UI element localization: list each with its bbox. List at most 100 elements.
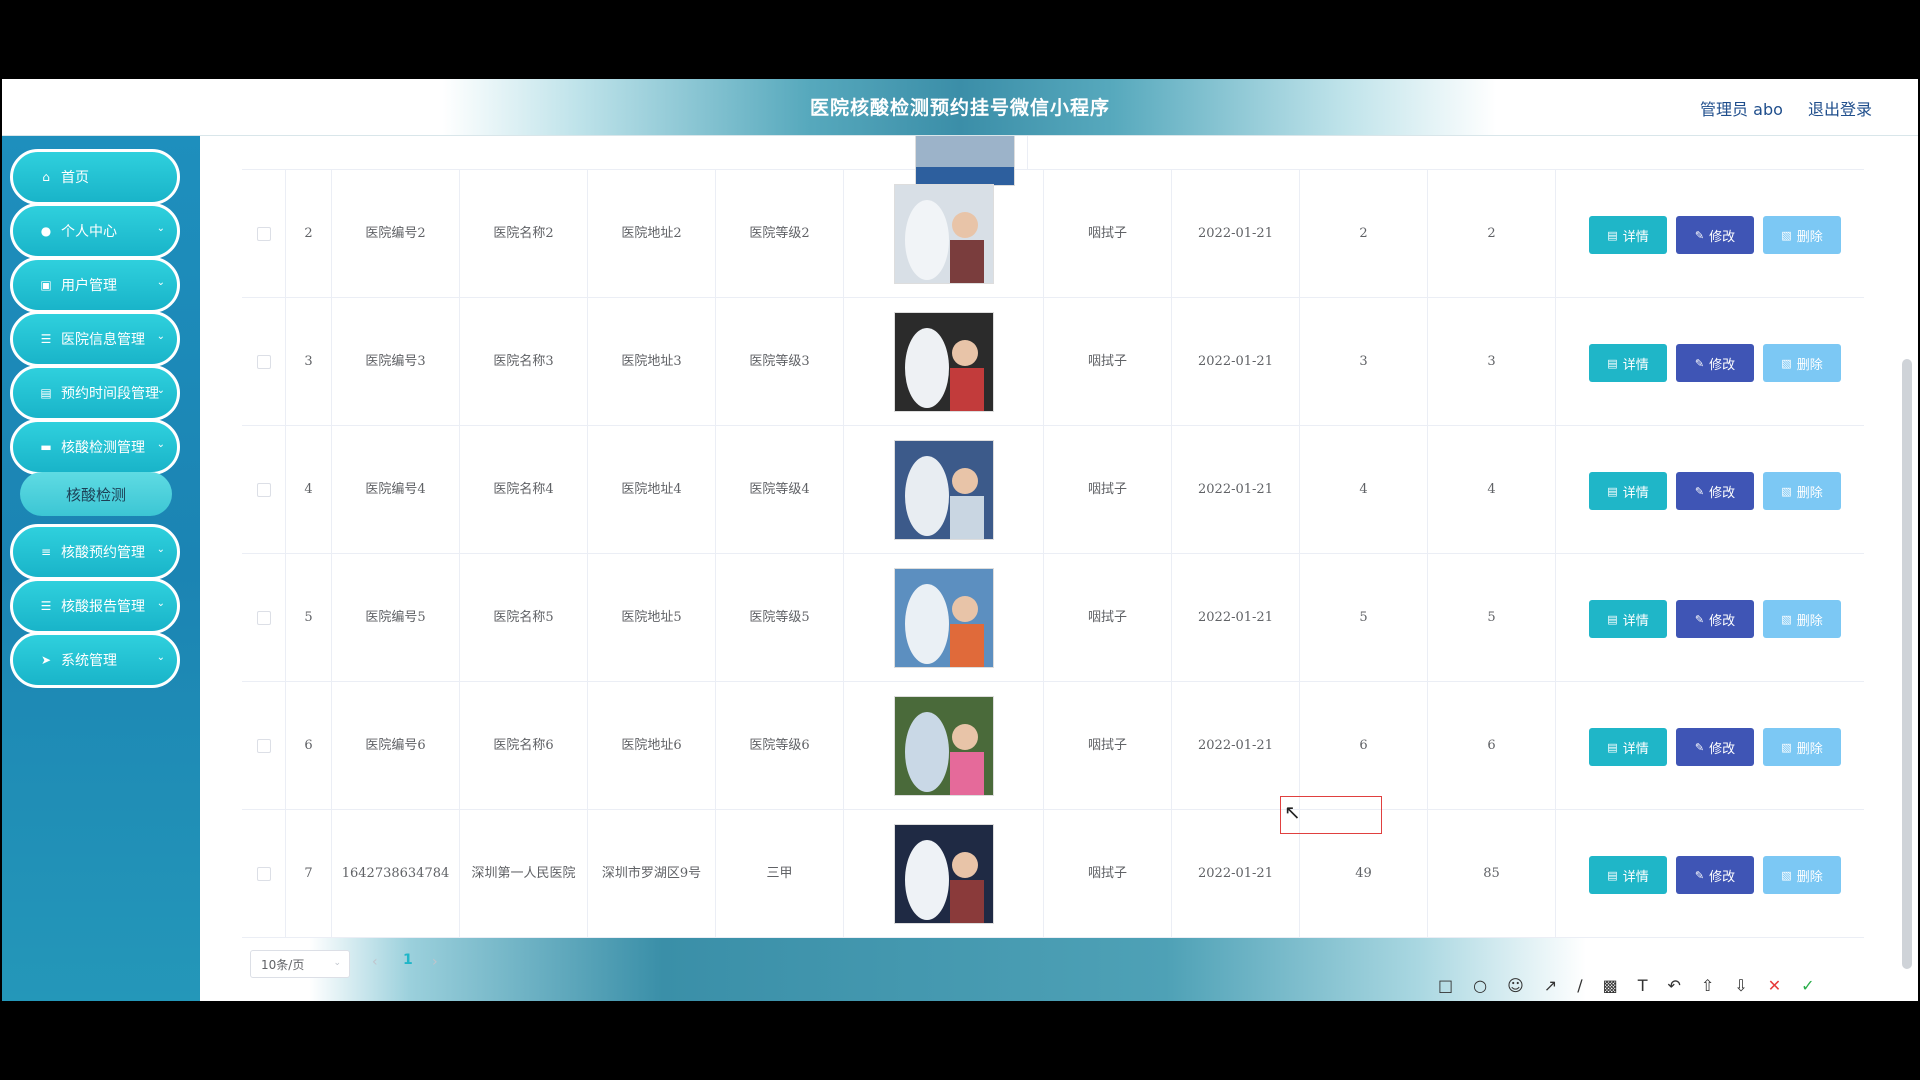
admin-user-label[interactable]: 管理员 abo [1700,100,1783,119]
undo-icon[interactable]: ↶ [1667,976,1680,995]
monitor-icon: ▬ [40,440,52,454]
close-icon[interactable]: ✕ [1768,976,1781,995]
delete-button[interactable]: ▧ 删除 [1763,344,1841,382]
delete-button-label: 删除 [1796,357,1823,373]
detail-button[interactable]: ▤ 详情 [1589,600,1667,638]
test-photo[interactable] [893,440,994,540]
hospital-level-cell: 医院等级2 [716,170,844,298]
ellipse-tool-icon[interactable]: ○ [1473,976,1487,995]
delete-button[interactable]: ▧ 删除 [1763,856,1841,894]
clipboard-icon: ▤ [40,386,52,400]
next-page-button[interactable]: › [432,954,438,970]
rectangle-tool-icon[interactable]: □ [1438,976,1453,995]
hospital-name-cell: 医院名称4 [460,426,588,554]
edit-button[interactable]: ✎ 修改 [1676,600,1754,638]
detail-button-label: 详情 [1622,869,1649,885]
row-checkbox[interactable] [256,867,271,881]
edit-button[interactable]: ✎ 修改 [1676,856,1754,894]
emoji-tool-icon[interactable]: ☺ [1507,976,1524,995]
text-tool-icon[interactable]: T [1638,976,1648,995]
detail-button[interactable]: ▤ 详情 [1589,856,1667,894]
delete-button[interactable]: ▧ 删除 [1763,600,1841,638]
hospital-name-cell: 医院名称3 [460,298,588,426]
test-method-cell: 咽拭子 [1044,810,1172,938]
pencil-icon: ✎ [1694,484,1705,498]
count-cell: 6 [1428,682,1556,810]
mosaic-tool-icon[interactable]: ▩ [1603,976,1618,995]
edit-button-label: 修改 [1709,229,1736,245]
date-cell: 2022-01-21 [1172,298,1300,426]
pen-tool-icon[interactable]: ∕ [1577,976,1582,995]
test-method-cell: 咽拭子 [1044,554,1172,682]
sidebar-item-appointment[interactable]: ≡ 核酸预约管理 ⌄ [10,524,180,580]
edit-button[interactable]: ✎ 修改 [1676,216,1754,254]
sidebar-item-label: 医院信息管理 [61,332,145,348]
count-cell: 3 [1428,298,1556,426]
send-icon: ➤ [40,653,52,667]
checkbox-cell [242,426,286,554]
count-cell: 4 [1300,426,1428,554]
date-cell: 2022-01-21 [1172,170,1300,298]
delete-button[interactable]: ▧ 删除 [1763,728,1841,766]
edit-button[interactable]: ✎ 修改 [1676,344,1754,382]
detail-button[interactable]: ▤ 详情 [1589,216,1667,254]
chevron-down-icon: ⌄ [156,652,165,663]
detail-button[interactable]: ▤ 详情 [1589,472,1667,510]
current-page[interactable]: 1 [403,952,413,968]
sidebar-item-label: 核酸预约管理 [61,545,145,561]
mouse-cursor-icon: ↖ [1284,800,1301,824]
test-method-cell: 咽拭子 [1044,682,1172,810]
sidebar-item-home[interactable]: ⌂ 首页 [10,149,180,205]
page-size-select[interactable]: 10条/页 ⌄ [250,950,350,978]
row-checkbox[interactable] [256,611,271,625]
test-method-cell: 咽拭子 [1044,170,1172,298]
delete-button[interactable]: ▧ 删除 [1763,472,1841,510]
logout-button[interactable]: 退出登录 [1808,100,1872,119]
test-photo[interactable] [893,568,994,668]
photo-cell [844,554,1044,682]
download-icon[interactable]: ⇩ [1734,976,1747,995]
edit-button-label: 修改 [1709,741,1736,757]
sidebar-item-test-management[interactable]: ▬ 核酸检测管理 ⌄ [10,419,180,475]
row-checkbox[interactable] [256,739,271,753]
test-method-cell: 咽拭子 [1044,426,1172,554]
detail-button[interactable]: ▤ 详情 [1589,728,1667,766]
photo-cell [844,298,1044,426]
sidebar-item-personal-center[interactable]: ● 个人中心 ⌄ [10,203,180,259]
photo-cell [844,682,1044,810]
table-row: 3 医院编号3 医院名称3 医院地址3 医院等级3 咽拭子 2022-01-21 3 3 ▤ 详情 ✎… [242,298,1864,426]
prev-page-button[interactable]: ‹ [372,954,378,970]
chevron-down-icon: ⌄ [156,331,165,342]
delete-button-label: 删除 [1796,869,1823,885]
row-checkbox[interactable] [256,483,271,497]
checkbox-cell [242,298,286,426]
test-photo[interactable] [893,184,994,284]
row-checkbox[interactable] [256,227,271,241]
hospital-address-cell: 医院地址6 [588,682,716,810]
confirm-check-icon[interactable]: ✓ [1801,976,1814,995]
test-photo[interactable] [893,312,994,412]
sidebar-item-report[interactable]: ☰ 核酸报告管理 ⌄ [10,578,180,634]
hospital-name-cell: 深圳第一人民医院 [460,810,588,938]
edit-button[interactable]: ✎ 修改 [1676,472,1754,510]
photo-cell [844,426,1044,554]
test-photo[interactable] [893,696,994,796]
delete-button[interactable]: ▧ 删除 [1763,216,1841,254]
trash-icon: ▧ [1781,612,1792,626]
sidebar-item-time-slot[interactable]: ▤ 预约时间段管理 ⌄ [10,365,180,421]
hospital-address-cell: 深圳市罗湖区9号 [588,810,716,938]
sidebar-item-hospital-info[interactable]: ☰ 医院信息管理 ⌄ [10,311,180,367]
scrollbar[interactable] [1902,359,1912,969]
share-icon[interactable]: ⇧ [1701,976,1714,995]
count-cell: 85 [1428,810,1556,938]
hospital-address-cell: 医院地址5 [588,554,716,682]
edit-button[interactable]: ✎ 修改 [1676,728,1754,766]
arrow-tool-icon[interactable]: ↗ [1544,976,1557,995]
sidebar-subitem-nucleic-test[interactable]: 核酸检测 [20,472,172,516]
sidebar-item-user-management[interactable]: ▣ 用户管理 ⌄ [10,257,180,313]
row-checkbox[interactable] [256,355,271,369]
detail-button[interactable]: ▤ 详情 [1589,344,1667,382]
sidebar-item-system[interactable]: ➤ 系统管理 ⌄ [10,632,180,688]
page-size-value: 10条/页 [261,957,305,972]
test-photo[interactable] [893,824,994,924]
